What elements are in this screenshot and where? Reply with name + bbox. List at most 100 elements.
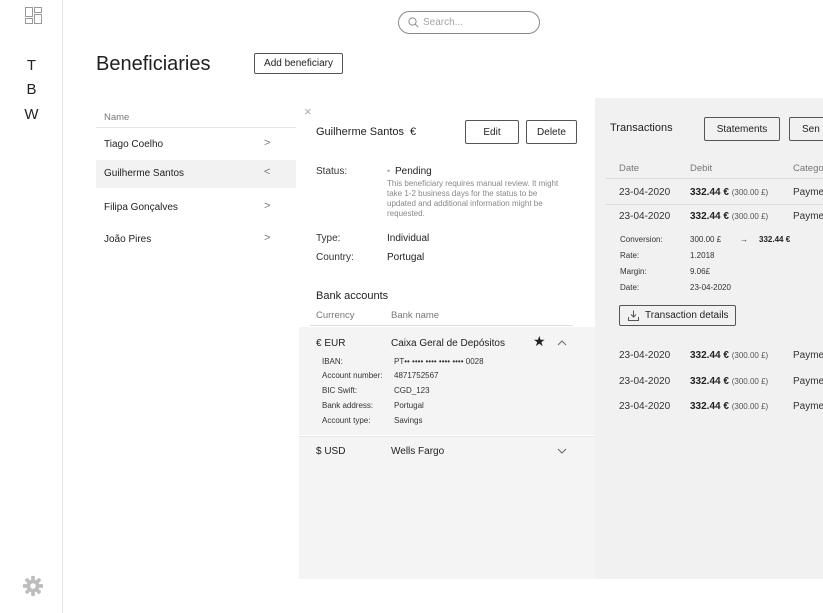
tx-category: Payme xyxy=(793,211,823,222)
account-number-label: Account number: xyxy=(322,371,383,380)
iban-label: IBAN: xyxy=(322,357,343,366)
col-debit: Debit xyxy=(690,163,713,174)
account-bank-name: Wells Fargo xyxy=(391,446,445,457)
account-type-value: Savings xyxy=(394,416,423,425)
separator-dot: • xyxy=(400,126,404,136)
search-placeholder: Search... xyxy=(423,17,464,28)
bic-value: CGD_123 xyxy=(394,386,430,395)
account-number-value: 4871752567 xyxy=(394,371,439,380)
sidebar-item-t[interactable]: T xyxy=(0,57,63,74)
settings-gear-icon[interactable] xyxy=(22,575,44,597)
close-icon[interactable]: × xyxy=(304,104,312,119)
country-value: Portugal xyxy=(387,252,425,263)
status-note: updated and additional information might… xyxy=(387,199,543,208)
type-value: Individual xyxy=(387,233,430,244)
iban-value: PT•• •••• •••• •••• •••• 0028 xyxy=(394,357,484,366)
tx-amount-original: (300.00 £) xyxy=(731,212,769,221)
account-bank-name: Caixa Geral de Depósitos xyxy=(391,338,505,349)
col-currency: Currency xyxy=(316,310,355,321)
status-note: This beneficiary requires manual review.… xyxy=(387,179,559,188)
bank-address-value: Portugal xyxy=(394,401,424,410)
tx-amount-value: 332.44 € xyxy=(690,350,729,361)
list-divider xyxy=(96,127,296,128)
tx-date[interactable]: 23-04-2020 xyxy=(619,211,670,222)
beneficiary-name: Filipa Gonçalves xyxy=(104,202,178,213)
transaction-details-label: Transaction details xyxy=(645,310,729,321)
tx-date[interactable]: 23-04-2020 xyxy=(619,350,670,361)
tx-amount-original: (300.00 £) xyxy=(731,377,769,386)
statements-button[interactable]: Statements xyxy=(704,117,780,141)
col-category: Catego xyxy=(793,163,823,174)
tx-date[interactable]: 23-04-2020 xyxy=(619,376,670,387)
account-currency[interactable]: € EUR xyxy=(316,338,345,349)
rate-label: Rate: xyxy=(620,251,640,260)
tx-date: 23-04-2020 xyxy=(619,187,671,198)
tx-amount: 332.44 € (300.00 £) xyxy=(690,187,768,198)
conversion-to: 332.44 € xyxy=(759,235,791,244)
transactions-header-divider xyxy=(606,178,823,179)
bank-header-divider xyxy=(310,325,573,326)
app-sidebar: T B W xyxy=(0,0,63,613)
list-item[interactable]: Tiago Coelho > xyxy=(96,131,296,159)
tx-amount: 332.44 € (300.00 £) xyxy=(690,350,768,361)
tx-amount-value: 332.44 € xyxy=(690,401,729,412)
send-button[interactable]: Sen xyxy=(789,117,823,141)
detail-currency: € xyxy=(410,126,417,138)
rate-value: 1.2018 xyxy=(690,251,715,260)
margin-value: 9.06£ xyxy=(690,267,711,276)
tx-amount-value: 332.44 € xyxy=(690,187,729,198)
status-dot: • xyxy=(387,166,391,176)
star-icon[interactable]: ★ xyxy=(533,333,546,350)
country-label: Country: xyxy=(316,252,354,263)
tx-amount-value: 332.44 € xyxy=(690,376,729,387)
bank-address-label: Bank address: xyxy=(322,401,374,410)
chevron-left-icon: < xyxy=(264,166,271,178)
tx-amount: 332.44 € (300.00 £) xyxy=(690,211,768,222)
account-currency[interactable]: $ USD xyxy=(316,446,345,457)
tx-amount-value: 332.44 € xyxy=(690,211,729,222)
chevron-up-icon[interactable] xyxy=(557,339,567,346)
chevron-down-icon[interactable] xyxy=(557,448,567,455)
sidebar-item-b[interactable]: B xyxy=(0,81,63,98)
list-header-name: Name xyxy=(104,112,130,123)
chevron-right-icon: > xyxy=(264,137,271,149)
bank-accounts-title: Bank accounts xyxy=(316,290,389,302)
tx-amount: 332.44 € (300.00 £) xyxy=(690,376,768,387)
arrow-right-icon: → xyxy=(740,235,748,244)
beneficiary-name: Tiago Coelho xyxy=(104,139,164,150)
tx-category: Payme xyxy=(793,376,823,387)
conversion-label: Conversion: xyxy=(620,235,663,244)
bic-label: BIC Swift: xyxy=(322,386,358,395)
page-title: Beneficiaries xyxy=(96,53,211,75)
account-divider xyxy=(299,436,595,437)
search-input[interactable]: Search... xyxy=(398,11,540,34)
chevron-right-icon: > xyxy=(264,200,271,212)
tx-category: Payme xyxy=(793,401,823,412)
dashboard-icon[interactable] xyxy=(25,7,42,24)
status-label: Status: xyxy=(316,166,348,177)
tx-date[interactable]: 23-04-2020 xyxy=(619,401,670,412)
account-type-label: Account type: xyxy=(322,416,371,425)
beneficiary-name: Guilherme Santos xyxy=(104,168,185,179)
delete-button[interactable]: Delete xyxy=(526,120,577,144)
tx-amount-original: (300.00 £) xyxy=(731,188,769,197)
edit-button[interactable]: Edit xyxy=(465,120,519,144)
sidebar-item-w[interactable]: W xyxy=(0,106,63,123)
list-item[interactable]: João Pires > xyxy=(96,226,296,254)
date-label: Date: xyxy=(620,283,640,292)
detail-name: Guilherme Santos xyxy=(316,126,405,138)
add-beneficiary-button[interactable]: Add beneficiary xyxy=(254,53,343,74)
list-item[interactable]: Filipa Gonçalves > xyxy=(96,194,296,222)
status-value: Pending xyxy=(395,166,432,177)
status-note: take 1-2 business days for the status to… xyxy=(387,189,538,198)
beneficiary-name: João Pires xyxy=(104,234,152,245)
list-item-selected[interactable]: Guilherme Santos < xyxy=(96,160,296,188)
transaction-details-button[interactable]: Transaction details xyxy=(619,305,736,326)
tx-amount-original: (300.00 £) xyxy=(731,402,769,411)
col-bank-name: Bank name xyxy=(391,310,440,321)
tx-category: Payme xyxy=(793,350,823,361)
conversion-from: 300.00 £ xyxy=(690,235,722,244)
status-note: requested. xyxy=(387,209,425,218)
type-label: Type: xyxy=(316,233,341,244)
transactions-title: Transactions xyxy=(610,122,673,134)
